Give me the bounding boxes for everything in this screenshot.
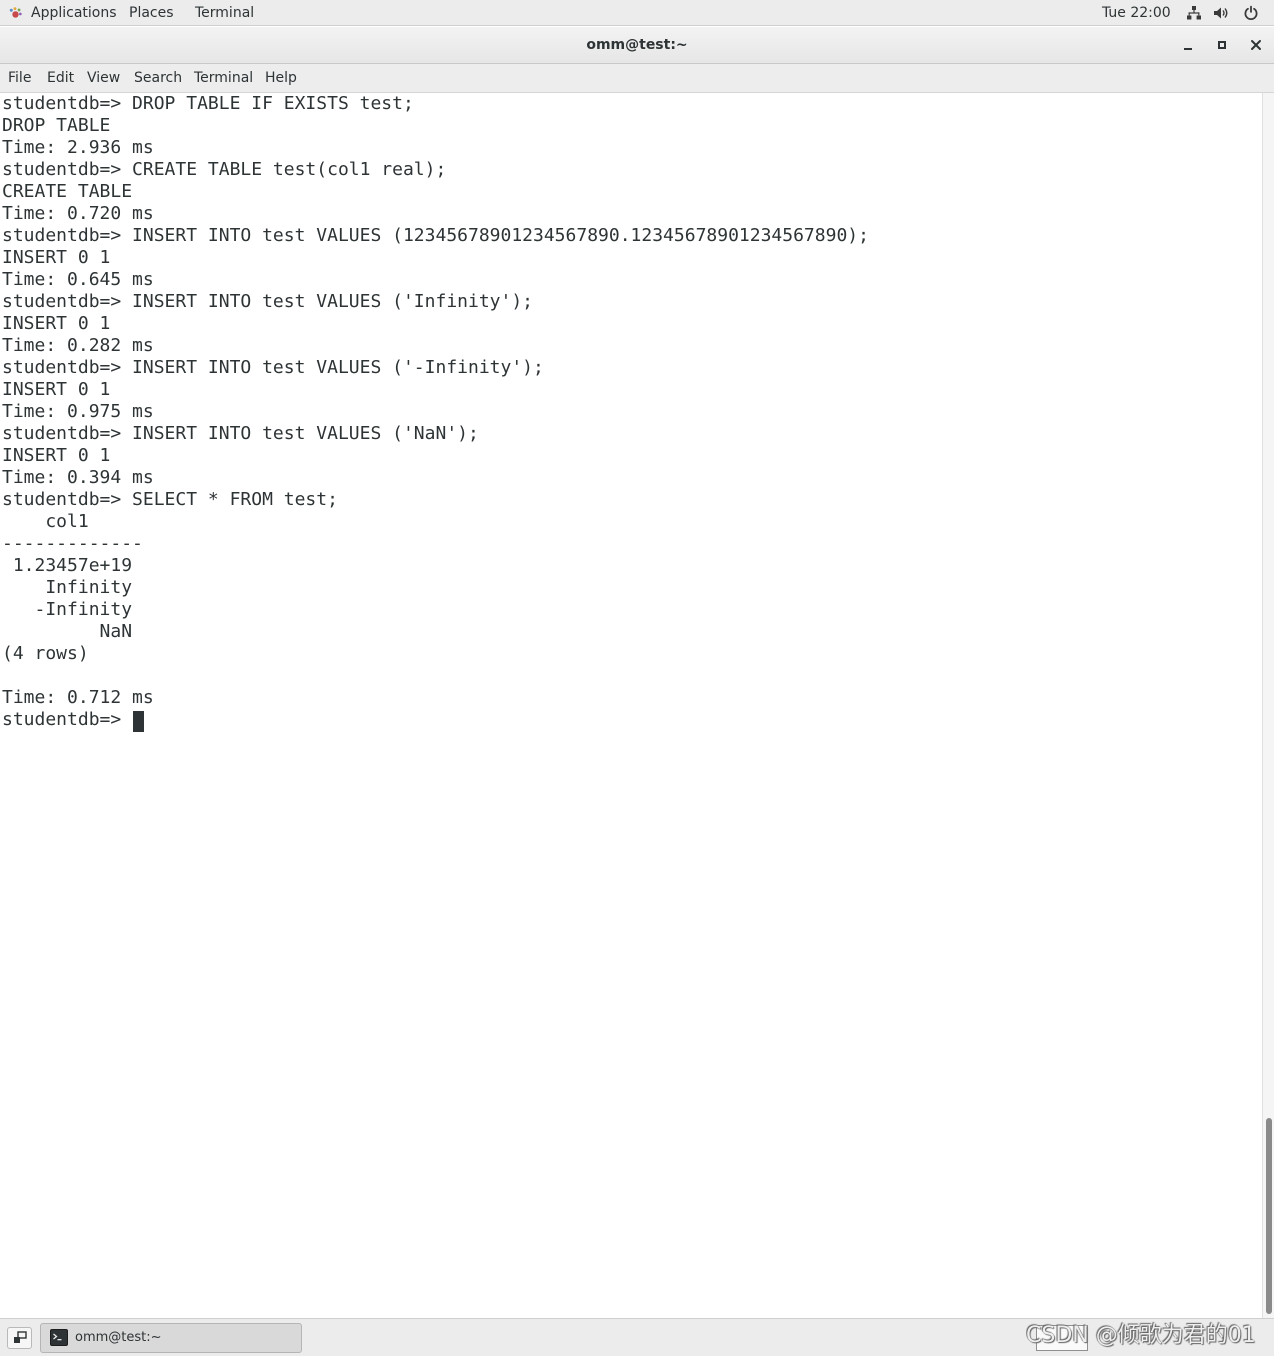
menu-help[interactable]: Help	[265, 64, 297, 93]
terminal-line: DROP TABLE	[2, 115, 111, 136]
terminal-line: Time: 0.282 ms	[2, 335, 154, 356]
window-title: omm@test:~	[586, 37, 688, 53]
terminal-line: Time: 0.712 ms	[2, 687, 154, 708]
terminal-line: 1.23457e+19	[2, 555, 133, 576]
terminal-line: studentdb=> INSERT INTO test VALUES ('-I…	[2, 357, 544, 378]
terminal-output[interactable]: studentdb=> DROP TABLE IF EXISTS test; D…	[0, 93, 1262, 1318]
menu-file[interactable]: File	[8, 64, 31, 93]
menu-terminal[interactable]: Terminal	[194, 64, 253, 93]
terminal-line: studentdb=> INSERT INTO test VALUES ('Na…	[2, 423, 479, 444]
places-menu[interactable]: Places	[129, 0, 174, 26]
text-cursor	[133, 711, 144, 732]
show-desktop-button[interactable]	[7, 1327, 32, 1349]
terminal-app-menu[interactable]: Terminal	[195, 0, 254, 26]
terminal-line: Infinity	[2, 577, 133, 598]
clock[interactable]: Tue 22:00	[1102, 0, 1171, 26]
top-bar: Applications Places Terminal Tue 22:00	[0, 0, 1274, 26]
terminal-line: Time: 0.394 ms	[2, 467, 154, 488]
volume-icon[interactable]	[1213, 5, 1229, 21]
power-icon[interactable]	[1243, 5, 1259, 21]
show-desktop-icon	[14, 1331, 27, 1343]
terminal-line: CREATE TABLE	[2, 181, 133, 202]
terminal-line: INSERT 0 1	[2, 379, 111, 400]
terminal-line: Time: 2.936 ms	[2, 137, 154, 158]
menu-view[interactable]: View	[87, 64, 120, 93]
terminal-line: (4 rows)	[2, 643, 89, 664]
maximize-icon[interactable]	[1213, 36, 1231, 54]
vertical-scrollbar[interactable]	[1262, 93, 1274, 1318]
terminal-line: Time: 0.720 ms	[2, 203, 154, 224]
taskbar-window-button[interactable]: omm@test:~	[40, 1323, 302, 1353]
minimize-icon[interactable]	[1179, 36, 1197, 54]
terminal-line: Time: 0.975 ms	[2, 401, 154, 422]
applications-menu[interactable]: Applications	[31, 0, 117, 26]
terminal-line: Time: 0.645 ms	[2, 269, 154, 290]
close-icon[interactable]	[1247, 36, 1265, 54]
terminal-line: -Infinity	[2, 599, 133, 620]
terminal-line: studentdb=> INSERT INTO test VALUES (123…	[2, 225, 869, 246]
menu-edit[interactable]: Edit	[47, 64, 74, 93]
terminal-line: INSERT 0 1	[2, 247, 111, 268]
terminal-line: -------------	[2, 533, 143, 554]
terminal-line: studentdb=> CREATE TABLE test(col1 real)…	[2, 159, 447, 180]
terminal-line: INSERT 0 1	[2, 445, 111, 466]
terminal-line: studentdb=> DROP TABLE IF EXISTS test;	[2, 93, 414, 114]
desktop-screen: Applications Places Terminal Tue 22:00 o…	[0, 0, 1274, 1356]
watermark: CSDN @倾歌为君的01	[1026, 1323, 1256, 1348]
gnome-foot-icon	[9, 7, 22, 18]
scrollbar-thumb[interactable]	[1266, 1118, 1272, 1314]
menu-search[interactable]: Search	[134, 64, 182, 93]
terminal-line: INSERT 0 1	[2, 313, 111, 334]
terminal-line: col1	[2, 511, 89, 532]
terminal-line: NaN	[2, 621, 133, 642]
taskbar-window-label: omm@test:~	[75, 1330, 162, 1345]
terminal-prompt[interactable]: studentdb=>	[2, 709, 132, 731]
window-titlebar[interactable]: omm@test:~	[0, 27, 1274, 64]
terminal-line: studentdb=> INSERT INTO test VALUES ('In…	[2, 291, 534, 312]
terminal-icon	[50, 1329, 68, 1346]
network-icon[interactable]	[1186, 5, 1202, 21]
terminal-line: studentdb=> SELECT * FROM test;	[2, 489, 338, 510]
menu-bar: File Edit View Search Terminal Help	[0, 64, 1274, 93]
